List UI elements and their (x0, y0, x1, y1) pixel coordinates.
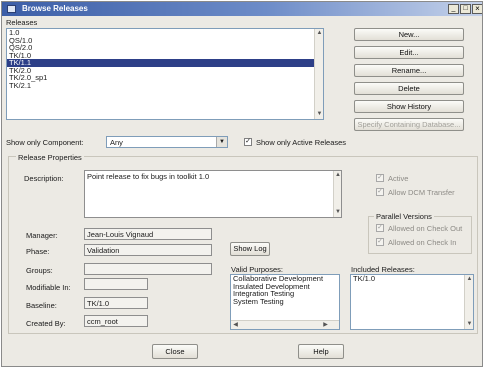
scroll-down-icon[interactable]: ▼ (465, 320, 473, 329)
releases-list[interactable]: 1.0 QS/1.0 QS/2.0 TK/1.0 TK/1.1 TK/2.0 TK/2.0_… (6, 28, 324, 120)
active-only-checkbox[interactable]: ✓ (244, 138, 252, 146)
checkout-checkbox[interactable]: ✓ (376, 224, 384, 232)
parallel-versions-title: Parallel Versions (374, 212, 434, 221)
modifiable-field[interactable] (84, 278, 148, 290)
parallel-versions-group (368, 216, 472, 254)
groups-label: Groups: (26, 266, 53, 275)
list-item[interactable]: QS/2.0 (7, 44, 323, 52)
scroll-right-icon[interactable]: ▶ (321, 321, 330, 329)
component-select[interactable]: Any ▼ (106, 136, 228, 148)
releases-items: 1.0 QS/1.0 QS/2.0 TK/1.0 TK/1.1 TK/2.0 TK/2.0_… (7, 29, 323, 89)
list-item[interactable]: TK/2.0 (7, 66, 323, 75)
description-scrollbar[interactable]: ▲ ▼ (333, 171, 341, 217)
show-component-label: Show only Component: (6, 138, 84, 147)
specify-database-button[interactable]: Specify Containing Database... (354, 118, 464, 131)
component-value: Any (110, 138, 123, 147)
browse-releases-dialog: Browse Releases _ □ × Releases 1.0 QS/1.0… (1, 1, 483, 367)
scroll-up-icon[interactable]: ▲ (315, 29, 323, 38)
show-history-button[interactable]: Show History (354, 100, 464, 113)
scroll-up-icon[interactable]: ▲ (334, 171, 341, 180)
new-button[interactable]: New... (354, 28, 464, 41)
help-button[interactable]: Help (298, 344, 344, 359)
checkin-checkbox[interactable]: ✓ (376, 238, 384, 246)
window-title: Browse Releases (22, 4, 88, 13)
maximize-button[interactable]: □ (460, 4, 471, 14)
created-by-field[interactable]: ccm_root (84, 315, 148, 327)
scroll-up-icon[interactable]: ▲ (465, 275, 473, 284)
title-bar: Browse Releases _ □ × (2, 2, 482, 16)
active-label: Active (388, 174, 409, 183)
active-only-label: Show only Active Releases (256, 138, 347, 147)
baseline-label: Baseline: (26, 301, 57, 310)
included-releases-label: Included Releases: (351, 265, 415, 274)
valid-purposes-list[interactable]: Collaborative Development Insulated Devel… (230, 274, 340, 330)
minimize-button[interactable]: _ (448, 4, 459, 14)
description-field[interactable]: Point release to fix bugs in toolkit 1.0… (84, 170, 342, 218)
valid-purposes-items: Collaborative Development Insulated Devel… (231, 275, 339, 305)
phase-field[interactable]: Validation (84, 244, 212, 256)
show-log-button[interactable]: Show Log (230, 242, 270, 256)
phase-label: Phase: (26, 247, 50, 256)
list-item[interactable]: QS/1.0 (7, 36, 323, 45)
release-properties-title: Release Properties (16, 153, 84, 162)
list-item[interactable]: TK/1.1 (7, 59, 323, 67)
included-scrollbar[interactable]: ▲ ▼ (464, 275, 473, 329)
description-label: Description: (24, 174, 64, 183)
allow-dcm-label: Allow DCM Transfer (388, 188, 455, 197)
list-item[interactable]: TK/2.0_sp1 (7, 74, 323, 82)
allow-dcm-checkbox[interactable]: ✓ (376, 188, 384, 196)
included-releases-list[interactable]: TK/1.0 ▲ ▼ (350, 274, 474, 330)
window-icon (7, 5, 16, 13)
scroll-down-icon[interactable]: ▼ (315, 110, 323, 119)
scroll-left-icon[interactable]: ◀ (231, 321, 240, 329)
chevron-down-icon[interactable]: ▼ (216, 137, 227, 147)
manager-label: Manager: (26, 231, 58, 240)
included-releases-items: TK/1.0 (351, 275, 473, 283)
modifiable-label: Modifiable In: (26, 283, 71, 292)
created-by-label: Created By: (26, 319, 66, 328)
groups-field[interactable] (84, 263, 212, 275)
checkin-label: Allowed on Check In (388, 238, 457, 247)
list-item[interactable]: TK/1.0 (7, 51, 323, 60)
edit-button[interactable]: Edit... (354, 46, 464, 59)
close-button[interactable]: Close (152, 344, 198, 359)
delete-button[interactable]: Delete (354, 82, 464, 95)
rename-button[interactable]: Rename... (354, 64, 464, 77)
list-item[interactable]: TK/2.1 (7, 81, 323, 90)
releases-scrollbar[interactable]: ▲ ▼ (314, 29, 323, 119)
active-checkbox[interactable]: ✓ (376, 174, 384, 182)
purposes-hscrollbar[interactable]: ◀ ▶ (231, 320, 339, 329)
baseline-field[interactable]: TK/1.0 (84, 297, 148, 309)
list-item[interactable]: System Testing (231, 297, 339, 306)
scroll-down-icon[interactable]: ▼ (334, 208, 341, 217)
valid-purposes-label: Valid Purposes: (231, 265, 283, 274)
releases-label: Releases (6, 18, 38, 27)
checkout-label: Allowed on Check Out (388, 224, 463, 233)
close-window-button[interactable]: × (472, 4, 482, 14)
manager-field[interactable]: Jean-Louis Vignaud (84, 228, 212, 240)
description-text: Point release to fix bugs in toolkit 1.0 (87, 172, 210, 181)
list-item[interactable]: TK/1.0 (351, 275, 473, 283)
list-item[interactable]: 1.0 (7, 29, 323, 37)
